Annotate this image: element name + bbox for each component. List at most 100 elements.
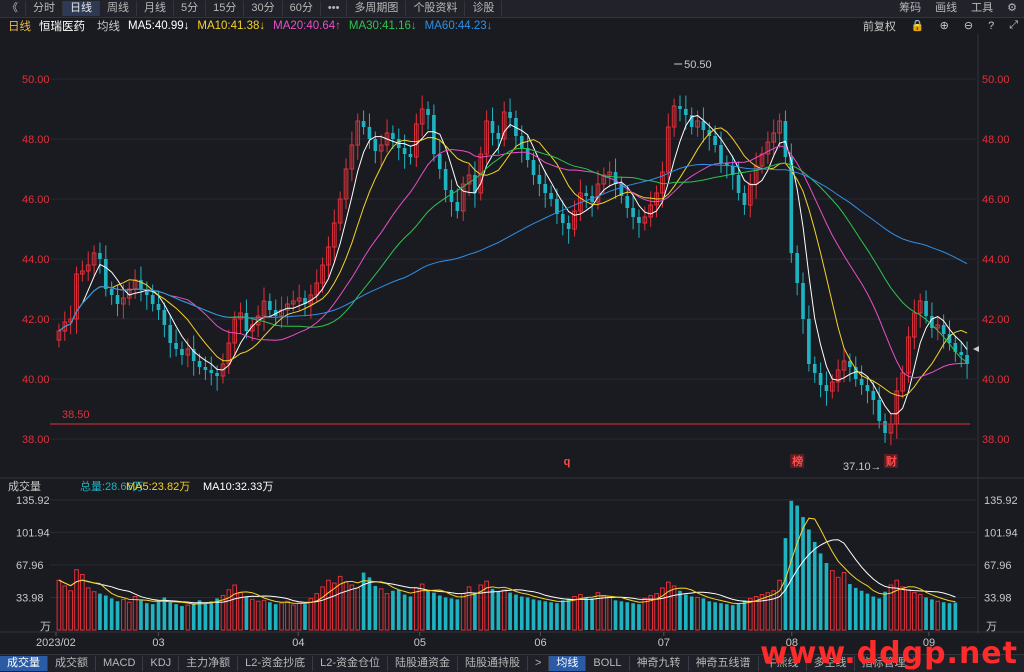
volume-bar — [279, 602, 284, 631]
volume-bar — [572, 596, 577, 631]
volume-bar — [637, 604, 641, 630]
price-tick-left: 40.00 — [22, 374, 50, 386]
candle-body — [115, 295, 120, 304]
toolbar-right-item-1[interactable]: 画线 — [928, 1, 964, 16]
volume-bar — [783, 538, 788, 630]
volume-bar — [619, 601, 624, 630]
volume-bar — [555, 603, 559, 630]
top-toolbar: 《分时 日线 周线 月线 5分 15分 30分 60分 ••• 多周期图 个股资料 诊股 筹码 画线 工具… — [0, 0, 1024, 18]
candle-body — [168, 325, 173, 343]
candle-body — [613, 172, 618, 184]
volume-bar — [871, 596, 876, 630]
volume-bar — [584, 597, 589, 630]
toolbar-item-8[interactable]: 60分 — [283, 1, 321, 16]
volume-bar — [560, 600, 565, 630]
indicator-tab-7[interactable]: 陆股通资金 — [388, 656, 458, 671]
indicator-tab-11[interactable]: BOLL — [586, 656, 630, 671]
indicator-tab-0[interactable]: 成交量 — [0, 656, 48, 671]
volume-tick-left: 135.92 — [16, 495, 50, 507]
volume-bar — [331, 582, 337, 631]
toolbar-item-11[interactable]: 个股资料 — [406, 1, 466, 16]
volume-bar — [625, 602, 630, 630]
indicator-tab-13[interactable]: 神奇五线谱 — [689, 656, 759, 671]
volume-bar — [765, 592, 771, 631]
candle-body — [156, 304, 161, 310]
toolbar-item-10[interactable]: 多周期图 — [347, 1, 407, 16]
indicator-tab-3[interactable]: KDJ — [143, 656, 180, 671]
volume-bar — [150, 604, 155, 630]
volume-bar — [115, 601, 120, 630]
candle-body — [519, 136, 524, 148]
ma30-value: MA30:41.16↓ — [348, 19, 417, 32]
candle-body — [408, 154, 413, 157]
candle-body — [209, 370, 214, 373]
toolbar-item-2[interactable]: 日线 — [63, 1, 100, 16]
candle-body — [631, 208, 635, 217]
indicator-tab-8[interactable]: 陆股通持股 — [458, 656, 528, 671]
toolbar-item-4[interactable]: 月线 — [137, 1, 174, 16]
indicator-tab-4[interactable]: 主力净额 — [179, 656, 239, 671]
indicator-tab-2[interactable]: MACD — [96, 656, 144, 671]
volume-bar — [601, 595, 607, 631]
zoom-out-icon[interactable]: ⊖ — [964, 19, 973, 32]
toolbar-item-9[interactable]: ••• — [321, 1, 348, 16]
volume-bar — [771, 590, 777, 631]
volume-bar — [109, 598, 114, 630]
indicator-tab-6[interactable]: L2-资金仓位 — [313, 656, 388, 671]
period-label: 日线 — [8, 20, 31, 33]
toolbar-right: 筹码 画线 工具 ⚙ — [892, 0, 1024, 17]
volume-bar — [268, 602, 272, 630]
ma20-value: MA20:40.64↑ — [273, 19, 341, 32]
toolbar-item-1[interactable]: 分时 — [26, 1, 63, 16]
toolbar-item-0[interactable]: 《 — [0, 1, 26, 16]
candle-body — [795, 253, 799, 283]
toolbar-item-3[interactable]: 周线 — [100, 1, 137, 16]
volume-unit-left: 万 — [40, 621, 51, 633]
candle-body — [361, 121, 366, 127]
candle-body — [215, 373, 219, 376]
toolbar-item-12[interactable]: 诊股 — [465, 1, 503, 16]
current-price-marker — [973, 346, 979, 352]
candle-body — [174, 343, 178, 349]
toolbar-right-item-0[interactable]: 筹码 — [892, 1, 928, 16]
volume-bar — [296, 602, 302, 631]
toolbar-right-item-2[interactable]: 工具 — [964, 1, 1000, 16]
x-axis-label: 07 — [658, 637, 670, 649]
volume-bar — [695, 596, 700, 631]
indicator-tab-1[interactable]: 成交额 — [48, 656, 96, 671]
ma-info-bar: 日线 恒瑞医药 均线 MA5:40.99↓ MA10:41.38↓ MA20:4… — [0, 17, 1024, 34]
volume-bar — [62, 585, 68, 631]
zoom-in-icon[interactable]: ⊕ — [940, 19, 949, 32]
volume-bar — [549, 602, 553, 630]
toolbar-item-7[interactable]: 30分 — [244, 1, 283, 16]
stock-chart[interactable]: 50.00 50.00 48.00 48.00 46.00 46.00 44.00 44.00… — [0, 34, 1024, 654]
volume-bar — [807, 529, 811, 630]
expand-icon[interactable]: ⤢ — [1009, 19, 1018, 32]
candle-body — [455, 202, 460, 211]
stock-name[interactable]: 恒瑞医药 — [39, 18, 85, 34]
toolbar-item-6[interactable]: 15分 — [206, 1, 245, 16]
volume-bar — [373, 585, 378, 630]
indicator-tab-5[interactable]: L2-资金抄底 — [238, 656, 314, 671]
adjust-select[interactable]: 前复权 — [863, 18, 896, 34]
indicator-tab-12[interactable]: 神奇九转 — [630, 656, 689, 671]
volume-bar — [859, 590, 864, 630]
indicator-tab-9[interactable]: > — [528, 656, 550, 671]
candle-body — [197, 361, 202, 367]
help-icon[interactable]: ? — [988, 20, 994, 32]
indicator-tab-10[interactable]: 均线 — [549, 656, 587, 671]
volume-bar — [713, 602, 717, 630]
high-label: 50.50 — [684, 59, 712, 71]
volume-bar — [537, 600, 542, 630]
settings-icon[interactable]: ⚙ — [1000, 1, 1024, 16]
volume-bar — [684, 594, 688, 630]
candle-body — [965, 355, 969, 364]
toolbar-item-5[interactable]: 5分 — [174, 1, 207, 16]
ma-label[interactable]: 均线 — [97, 18, 120, 34]
volume-bar — [466, 586, 472, 631]
volume-bar — [244, 596, 249, 630]
candle-body — [560, 214, 565, 223]
lock-icon[interactable]: 🔒 — [911, 19, 925, 32]
volume-bar — [742, 600, 747, 630]
volume-bar — [408, 596, 413, 630]
